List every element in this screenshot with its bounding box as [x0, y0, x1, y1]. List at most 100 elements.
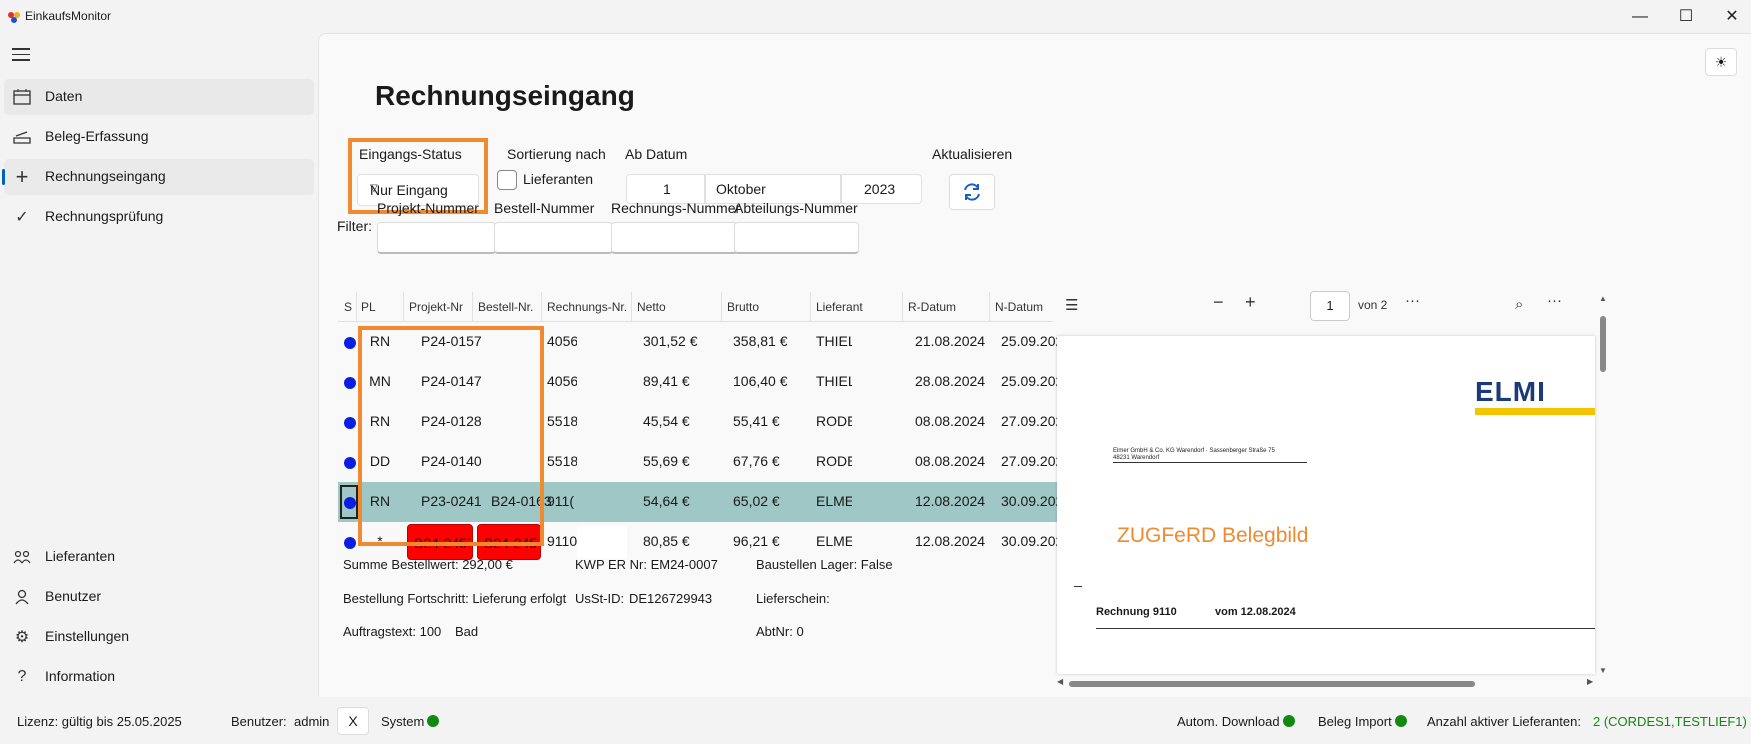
zoom-out-button[interactable]: −: [1213, 292, 1224, 313]
refresh-label: Aktualisieren: [932, 146, 1013, 162]
invoice-date: vom 12.08.2024: [1215, 606, 1296, 618]
cell-rdatum[interactable]: 21.08.2024: [915, 333, 985, 349]
zoom-in-button[interactable]: +: [1245, 292, 1256, 313]
cell-lieferant[interactable]: THIEL: [816, 373, 852, 389]
status-dot-icon: [427, 715, 440, 727]
cell-lieferant[interactable]: RODE: [816, 453, 852, 469]
license-text: Lizenz: gültig bis 25.05.2025: [17, 714, 182, 729]
cell-netto[interactable]: 55,69 €: [643, 453, 690, 469]
cell-rechnung[interactable]: 911(: [547, 493, 577, 509]
column-header[interactable]: Lieferant: [816, 300, 863, 314]
nav-item-rechnungspruefung[interactable]: ✓ Rechnungsprüfung: [4, 199, 314, 235]
logout-button[interactable]: X: [337, 707, 369, 735]
overflow-menu-icon[interactable]: ···: [1547, 292, 1562, 309]
cell-rdatum[interactable]: 12.08.2024: [915, 533, 985, 549]
theme-toggle-button[interactable]: ☀: [1705, 48, 1737, 76]
cell-rdatum[interactable]: 08.08.2024: [915, 413, 985, 429]
column-header[interactable]: S: [344, 300, 352, 314]
sort-label: Sortierung nach: [507, 146, 606, 162]
column-header[interactable]: Bestell-Nr.: [478, 300, 533, 314]
nav-label: Rechnungsprüfung: [45, 208, 164, 224]
close-window-button[interactable]: ✕: [1709, 4, 1751, 30]
cell-brutto[interactable]: 96,21 €: [733, 533, 780, 549]
cell-rdatum[interactable]: 08.08.2024: [915, 453, 985, 469]
app-logo-icon: [8, 12, 20, 23]
column-header[interactable]: Rechnungs-Nr.: [547, 300, 627, 314]
menu-toggle-icon[interactable]: [12, 48, 30, 62]
cell-lieferant[interactable]: ELME: [816, 533, 852, 549]
column-header[interactable]: Projekt-Nr: [409, 300, 463, 314]
list-icon[interactable]: ☰: [1065, 296, 1078, 314]
sender-line-2: 48231 Warendorf: [1113, 455, 1160, 461]
horizontal-scrollbar[interactable]: ◀ ▶: [1057, 677, 1595, 688]
filter-rechnung-input[interactable]: [611, 222, 738, 254]
cell-netto[interactable]: 301,52 €: [643, 333, 698, 349]
nav-item-lieferanten[interactable]: Lieferanten: [4, 539, 314, 575]
sort-lieferanten-checkbox[interactable]: [497, 170, 517, 190]
refresh-button[interactable]: [949, 174, 995, 210]
chevron-down-icon: ▽: [370, 183, 378, 194]
invoice-number: Rechnung 9110: [1096, 606, 1177, 618]
cell-lieferant[interactable]: ELME: [816, 493, 852, 509]
nav-item-information[interactable]: ? Information: [4, 659, 314, 695]
status-dot-icon: [344, 337, 356, 349]
search-icon[interactable]: ⌕: [1515, 296, 1523, 313]
cell-rechnung[interactable]: 4056: [547, 373, 577, 389]
cell-lieferant[interactable]: RODE: [816, 413, 852, 429]
usst-label: UsSt-ID:: [575, 591, 625, 606]
vertical-scrollbar[interactable]: ▲ ▼: [1599, 294, 1607, 675]
filter-projekt-input[interactable]: [377, 222, 496, 254]
column-header[interactable]: Brutto: [727, 300, 759, 314]
column-header[interactable]: Netto: [637, 300, 666, 314]
more-options-icon[interactable]: ···: [1405, 292, 1420, 309]
cell-rdatum[interactable]: 12.08.2024: [915, 493, 985, 509]
cell-netto[interactable]: 80,85 €: [643, 533, 690, 549]
status-label: Eingangs-Status: [359, 146, 462, 162]
status-dot-icon: [1282, 715, 1295, 727]
cell-lieferant[interactable]: THIEL: [816, 333, 852, 349]
cell-netto[interactable]: 45,54 €: [643, 413, 690, 429]
filter-abteilung-input[interactable]: [734, 222, 859, 254]
cell-netto[interactable]: 89,41 €: [643, 373, 690, 389]
baustellen-lager: Baustellen Lager: False: [756, 557, 893, 572]
nav-item-daten[interactable]: Daten: [4, 79, 314, 115]
nav-item-benutzer[interactable]: Benutzer: [4, 579, 314, 615]
filter-label-abteilung: Abteilungs-Nummer: [734, 200, 858, 216]
date-day: 1: [663, 181, 671, 197]
cell-brutto[interactable]: 65,02 €: [733, 493, 780, 509]
nav-item-rechnungseingang[interactable]: + Rechnungseingang: [2, 159, 314, 195]
column-header[interactable]: N-Datum: [995, 300, 1043, 314]
column-header[interactable]: PL: [361, 300, 376, 314]
active-suppliers-label: Anzahl aktiver Lieferanten:: [1427, 714, 1581, 729]
minimize-button[interactable]: —: [1617, 4, 1663, 30]
nav-label: Einstellungen: [45, 628, 130, 644]
cell-rechnung[interactable]: 4056: [547, 333, 577, 349]
column-header[interactable]: R-Datum: [908, 300, 956, 314]
filter-bestell-input[interactable]: [494, 222, 613, 254]
cell-netto[interactable]: 54,64 €: [643, 493, 690, 509]
status-dot-icon: [344, 537, 356, 549]
date-year: 2023: [864, 181, 896, 197]
status-dot-icon: [1394, 715, 1407, 727]
page-title: Rechnungseingang: [375, 80, 635, 111]
refresh-icon: [964, 183, 980, 201]
cell-brutto[interactable]: 106,40 €: [733, 373, 788, 389]
nav-label: Daten: [45, 88, 83, 104]
cell-rechnung[interactable]: 9110: [547, 533, 577, 549]
nav-item-einstellungen[interactable]: ⚙ Einstellungen: [4, 619, 314, 655]
cell-brutto[interactable]: 55,41 €: [733, 413, 780, 429]
suppliers-icon: [12, 547, 32, 567]
page-total: von 2: [1358, 298, 1388, 312]
help-icon: ?: [17, 668, 27, 685]
maximize-button[interactable]: ☐: [1663, 4, 1709, 30]
cell-rdatum[interactable]: 28.08.2024: [915, 373, 985, 389]
cell-edit-overlay: [577, 526, 627, 558]
calendar-icon: [12, 87, 32, 107]
page-number-input[interactable]: 1: [1310, 291, 1350, 321]
cell-brutto[interactable]: 67,76 €: [733, 453, 780, 469]
nav-item-beleg-erfassung[interactable]: Beleg-Erfassung: [4, 119, 314, 155]
cell-brutto[interactable]: 358,81 €: [733, 333, 788, 349]
pdf-page: ELMI Elmer GmbH & Co. KG Warendorf · Sas…: [1057, 336, 1595, 674]
cell-rechnung[interactable]: 5518: [547, 413, 577, 429]
cell-rechnung[interactable]: 5518: [547, 453, 577, 469]
